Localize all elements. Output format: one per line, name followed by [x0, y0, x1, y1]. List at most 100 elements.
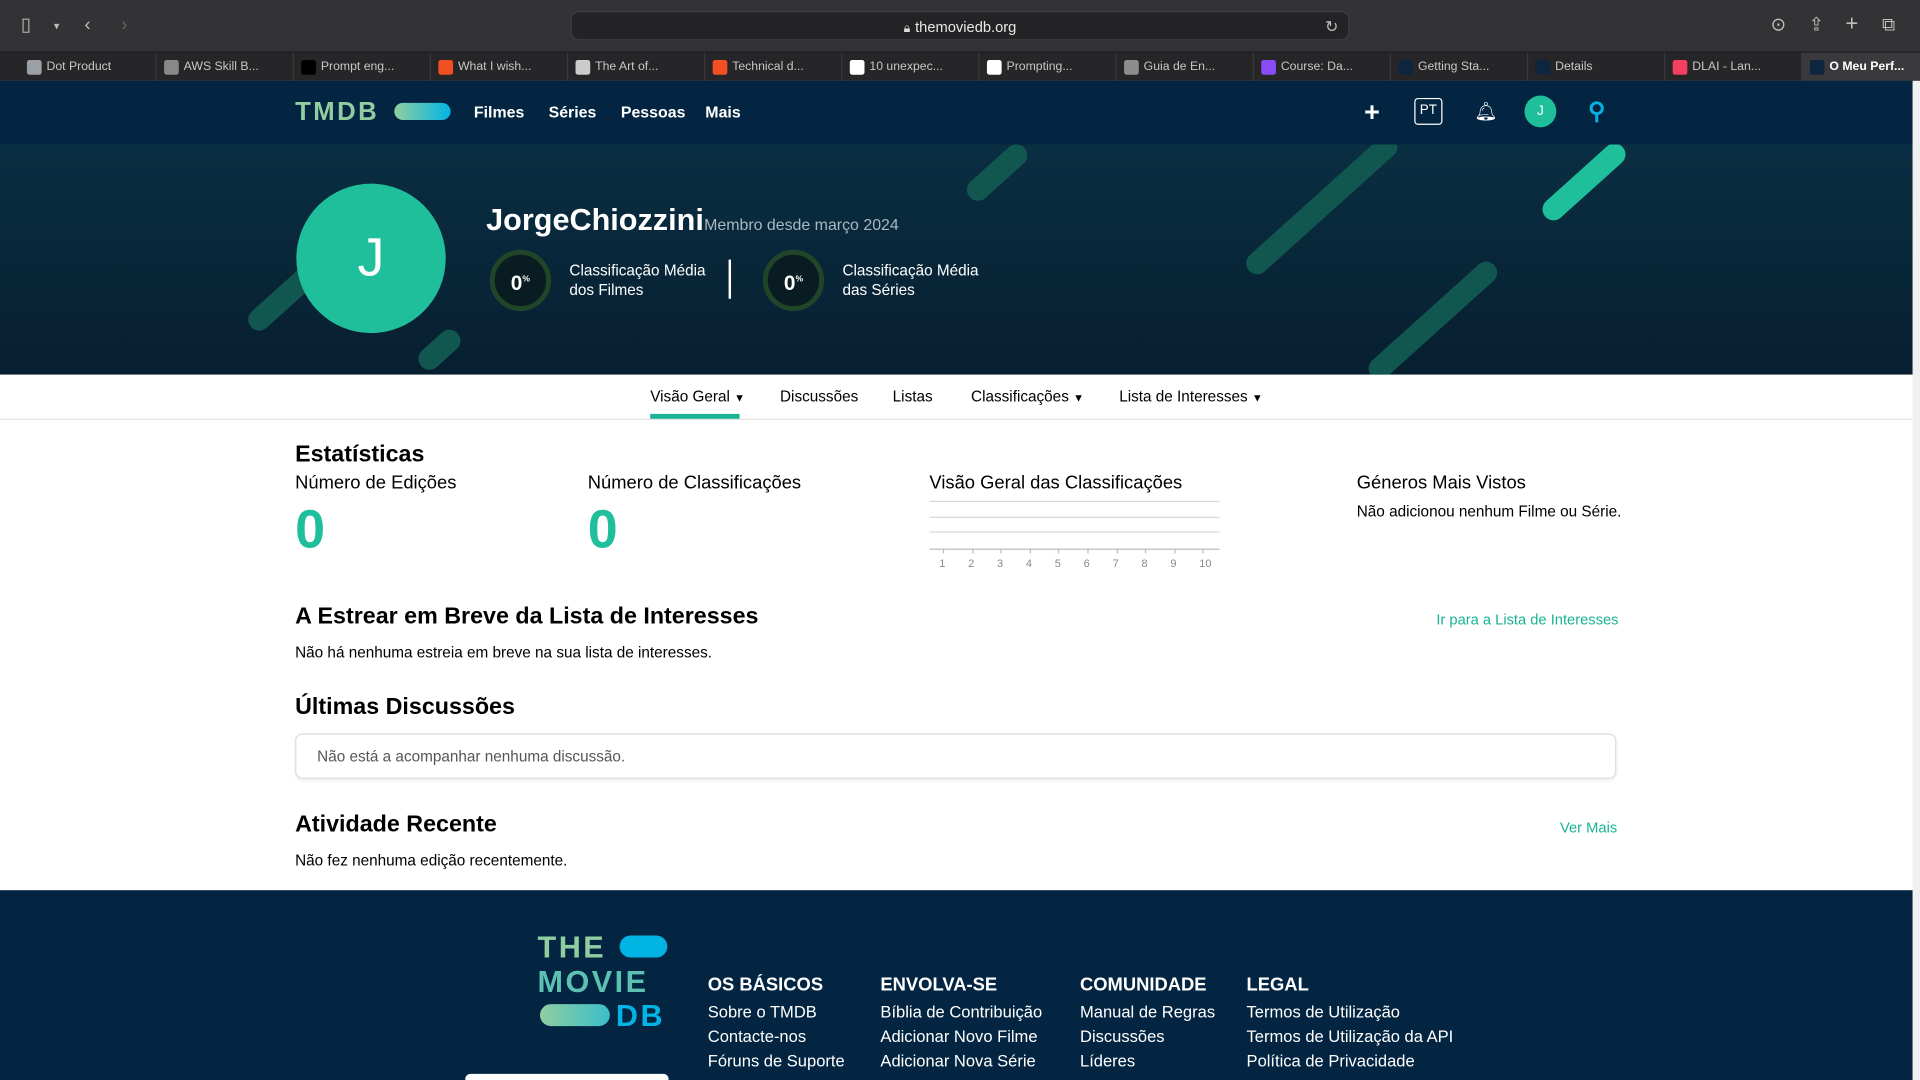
chart-tick-mark [1116, 548, 1118, 554]
share-icon[interactable]: ⇪ [1809, 13, 1824, 37]
edits-label: Número de Edições [295, 472, 457, 494]
footer-link[interactable]: Bíblia de Contribuição [880, 1003, 1042, 1021]
nav-pessoas[interactable]: Pessoas [621, 103, 686, 121]
movie-score-label: Classificação Média dos Filmes [569, 262, 706, 299]
browser-tab[interactable]: DLAI - Lan... [1665, 52, 1803, 83]
tv-score-label: Classificação Média das Séries [842, 262, 979, 299]
chart-tick-label: 5 [1054, 557, 1061, 570]
address-bar[interactable]: 🔒︎ themoviedb.org ↻ [570, 11, 1350, 41]
favicon-icon [26, 60, 42, 75]
add-icon[interactable]: + [1364, 97, 1380, 129]
tab-watchlist[interactable]: Lista de Interesses ▼ [1119, 388, 1263, 405]
browser-tab[interactable]: Dot Product [20, 52, 157, 83]
favicon-icon [986, 60, 1002, 75]
nav-mais[interactable]: Mais [705, 103, 740, 121]
footer-link[interactable]: Sobre o TMDB [708, 1003, 817, 1021]
favicon-icon [849, 60, 865, 75]
chart-tick-label: 1 [939, 557, 946, 570]
browser-tab[interactable]: 10 unexpec... [842, 52, 980, 83]
favicon-icon [1672, 60, 1688, 75]
chart-tick-mark [1145, 548, 1147, 554]
footer-link[interactable]: Termos de Utilização da API [1247, 1027, 1454, 1045]
browser-tab-label: Prompting... [1006, 60, 1073, 74]
nav-series[interactable]: Séries [549, 103, 597, 121]
forward-icon[interactable]: › [121, 13, 127, 37]
browser-tab[interactable]: Guia de En... [1117, 52, 1254, 83]
browser-tab[interactable]: Technical d... [705, 52, 843, 83]
reload-icon[interactable]: ↻ [1325, 12, 1338, 41]
browser-tab[interactable]: The Art of... [568, 52, 706, 83]
chevron-down-icon[interactable]: ▾ [54, 13, 60, 37]
chart-tick-mark [1174, 548, 1176, 554]
see-more-link[interactable]: Ver Mais [1560, 819, 1617, 836]
tab-overview[interactable]: Visão Geral ▼ [650, 388, 745, 405]
tab-overview-icon[interactable]: ⧉ [1882, 13, 1895, 37]
footer-logo-line: MOVIE [537, 964, 649, 1000]
chart-tick-mark [1058, 548, 1060, 554]
download-icon[interactable]: ⊙ [1771, 13, 1786, 37]
footer-link[interactable]: Discussões [1080, 1027, 1165, 1045]
footer-link[interactable]: Adicionar Nova Série [880, 1052, 1035, 1070]
browser-tab-label: The Art of... [595, 60, 659, 74]
footer-link[interactable]: Termos de Utilização [1247, 1003, 1400, 1021]
watchlist-link[interactable]: Ir para a Lista de Interesses [1436, 611, 1618, 628]
browser-tab[interactable]: Course: Da... [1254, 52, 1392, 83]
tmdb-logo[interactable]: TMDB [295, 98, 379, 127]
footer-column-title: LEGAL [1246, 974, 1309, 996]
upcoming-empty: Não há nenhuma estreia em breve na sua l… [295, 644, 713, 662]
tab-bar: Dot Product AWS Skill B... Prompt eng... Wh… [0, 51, 1920, 83]
chart-gridline [929, 500, 1220, 503]
nav-filmes[interactable]: Filmes [474, 103, 524, 121]
activity-empty: Não fez nenhuma edição recentemente. [295, 852, 568, 870]
profile-avatar: J [296, 183, 446, 334]
footer-link[interactable]: Política de Privacidade [1247, 1052, 1415, 1070]
chart-tick-mark [942, 548, 945, 554]
browser-tab[interactable]: Details [1528, 52, 1666, 83]
tab-lists[interactable]: Listas [893, 388, 933, 405]
stats-title: Estatísticas [295, 442, 425, 468]
browser-tab-label: Prompt eng... [320, 60, 395, 74]
footer-link[interactable]: Líderes [1080, 1052, 1135, 1070]
upcoming-title: A Estrear em Breve da Lista de Interesse… [295, 603, 759, 630]
new-tab-icon[interactable]: + [1845, 11, 1858, 35]
search-icon[interactable]: ⚲ [1588, 98, 1605, 126]
chart-tick-label: 9 [1170, 557, 1177, 570]
logo-pill [394, 102, 451, 121]
username: JorgeChiozzini [486, 203, 704, 238]
browser-tab-label: AWS Skill B... [183, 60, 259, 74]
tab-discussions[interactable]: Discussões [780, 388, 858, 405]
chart-tick-mark [1029, 548, 1031, 554]
discussions-empty: Não está a acompanhar nenhuma discussão. [317, 748, 626, 766]
favicon-icon [164, 60, 179, 75]
chart-tick-label: 10 [1199, 557, 1212, 570]
edits-value: 0 [295, 499, 326, 560]
favicon-icon [301, 60, 316, 75]
avatar[interactable]: J [1524, 95, 1557, 128]
browser-tab[interactable]: O Meu Perf... [1802, 52, 1920, 83]
tab-ratings[interactable]: Classificações ▼ [971, 388, 1084, 405]
footer-link[interactable]: Contacte-nos [708, 1027, 806, 1045]
sidebar-toggle-icon[interactable]: ▯ [21, 13, 31, 37]
profile-subnav [0, 374, 1913, 421]
browser-tab[interactable]: AWS Skill B... [157, 52, 294, 83]
favicon-icon [1535, 60, 1551, 75]
tv-score-ring: 0% [762, 249, 825, 312]
footer-link[interactable]: Fóruns de Suporte [708, 1052, 845, 1070]
browser-tab[interactable]: Getting Sta... [1391, 52, 1529, 83]
page-scrollbar[interactable] [1912, 80, 1920, 1080]
browser-tab[interactable]: What I wish... [431, 52, 569, 83]
back-icon[interactable]: ‹ [84, 13, 90, 37]
language-button[interactable]: PT [1414, 97, 1443, 125]
discussions-title: Últimas Discussões [295, 694, 515, 721]
browser-tab[interactable]: Prompt eng... [294, 52, 432, 83]
activity-title: Atividade Recente [295, 811, 497, 838]
chart-gridline [929, 531, 1220, 533]
join-button[interactable] [465, 1073, 669, 1080]
favicon-icon [1809, 60, 1825, 75]
footer-link[interactable]: Adicionar Novo Filme [880, 1027, 1037, 1045]
bell-icon[interactable]: 🔔︎ [1474, 100, 1497, 123]
favicon-icon [575, 60, 591, 75]
browser-tab[interactable]: Prompting... [980, 52, 1117, 83]
footer-logo-pill [540, 1004, 610, 1027]
footer-link[interactable]: Manual de Regras [1080, 1003, 1215, 1021]
